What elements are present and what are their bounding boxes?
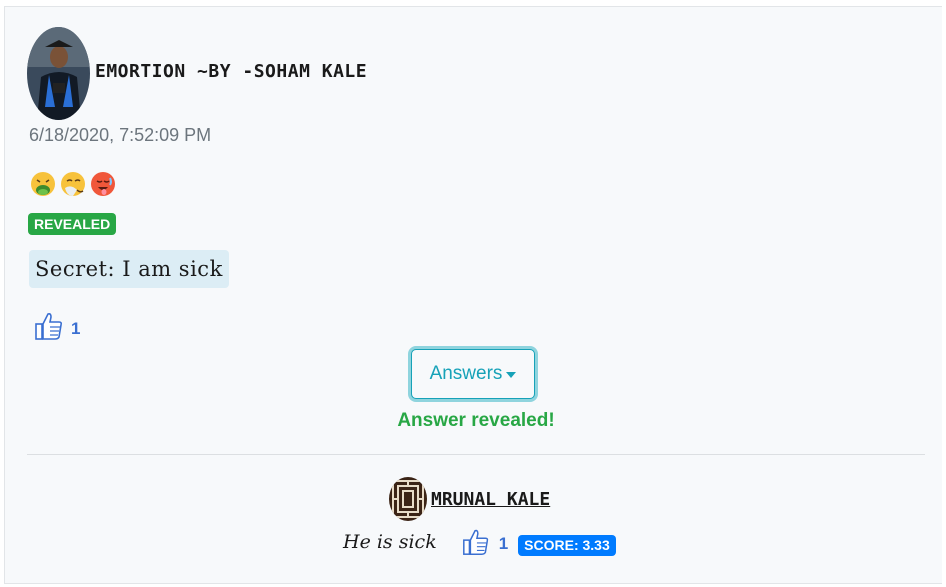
answers-button-label: Answers <box>429 363 503 384</box>
answer-row: He is sick 1 SCORE: 3.33 <box>343 527 616 557</box>
author-avatar[interactable] <box>27 27 90 120</box>
nauseated-face-icon <box>31 172 55 196</box>
answer-status: Answer revealed! <box>397 410 555 431</box>
answer-author-name[interactable]: MRUNAL KALE <box>431 489 550 510</box>
divider <box>27 454 925 455</box>
answer-text: He is sick <box>343 531 437 553</box>
post-card: EMORTION ~BY -SOHAM KALE 6/18/2020, 7:52… <box>4 6 942 584</box>
post-like-row: 1 <box>33 310 80 342</box>
hot-face-icon <box>91 172 115 196</box>
answer-thumbs-up-icon[interactable] <box>461 527 491 557</box>
answers-dropdown-button[interactable]: Answers <box>411 349 535 399</box>
post-like-count: 1 <box>71 319 81 338</box>
caret-down-icon <box>506 372 517 378</box>
post-title: EMORTION ~BY -SOHAM KALE <box>95 61 368 82</box>
post-timestamp: 6/18/2020, 7:52:09 PM <box>29 125 212 145</box>
sneezing-face-icon <box>61 172 85 196</box>
score-badge: SCORE: 3.33 <box>518 534 616 556</box>
emoji-row <box>29 170 117 198</box>
thumbs-up-icon[interactable] <box>33 310 65 342</box>
answer-author-avatar[interactable] <box>389 477 427 521</box>
answer-author: MRUNAL KALE <box>389 477 550 521</box>
status-badge: REVEALED <box>28 213 117 235</box>
secret-text: Secret: I am sick <box>29 250 229 288</box>
answer-like-count: 1 <box>498 534 509 553</box>
